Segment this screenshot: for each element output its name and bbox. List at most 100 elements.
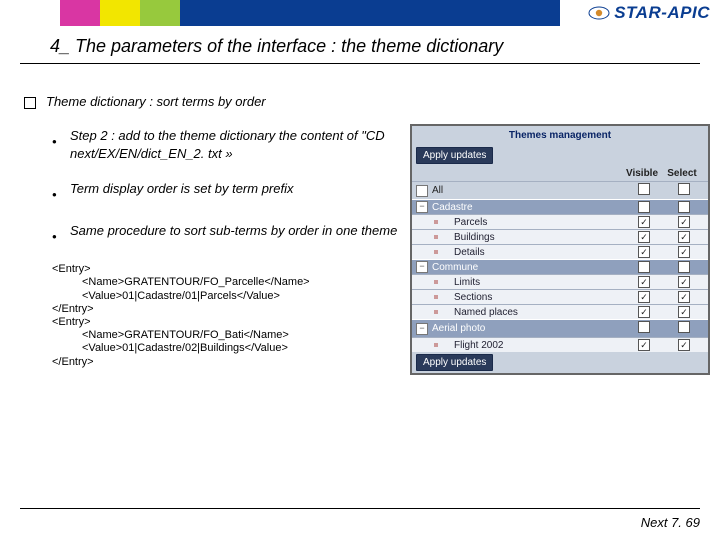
select-cell: ✓ [664,306,704,318]
select-checkbox[interactable]: ✓ [678,201,690,213]
row-label: Aerial photo [432,323,624,334]
select-checkbox[interactable] [678,321,690,333]
theme-child-row: Parcels ✓ ✓ [412,214,708,229]
main-bullet-text: Theme dictionary : sort terms by order [46,94,266,109]
row-label: Commune [432,262,624,273]
visible-cell: ✓ [624,306,664,318]
row-label: Parcels [444,217,624,228]
row-label: Buildings [444,232,624,243]
panel-header: Themes management [412,126,708,145]
col-select: Select [662,168,702,179]
visible-cell: ✓ [624,339,664,351]
row-label: Limits [444,277,624,288]
row-label: Sections [444,292,624,303]
visible-checkbox[interactable]: ✓ [638,246,650,258]
select-checkbox[interactable]: ✓ [678,291,690,303]
row-label: Details [444,247,624,258]
theme-group-row[interactable]: −Commune ✓ ✓ [412,259,708,274]
select-cell: ✓ [664,339,704,351]
select-cell: ✓ [664,291,704,303]
visible-checkbox[interactable] [638,183,650,195]
theme-child-row: Flight 2002 ✓ ✓ [412,337,708,352]
step-bullet: • Term display order is set by term prefi… [52,180,400,204]
xml-code-block: <Entry><Name>GRATENTOUR/FO_Parcelle</Nam… [52,263,400,369]
select-checkbox[interactable]: ✓ [678,246,690,258]
column-headers: Visible Select [412,166,708,181]
theme-group-row[interactable]: −Aerial photo [412,319,708,337]
col-visible: Visible [622,168,662,179]
select-checkbox[interactable]: ✓ [678,216,690,228]
top-color-bar: STAR-APIC [0,0,720,26]
visible-cell: ✓ [624,216,664,228]
row-label: All [432,185,624,196]
theme-child-row: Named places ✓ ✓ [412,304,708,319]
expander-icon[interactable]: − [416,323,428,335]
theme-child-row: Buildings ✓ ✓ [412,229,708,244]
brand-logo: STAR-APIC [560,3,720,23]
eye-icon [588,5,610,22]
visible-cell: ✓ [624,231,664,243]
apply-updates-button[interactable]: Apply updates [416,147,493,164]
child-bullet-icon [434,295,438,299]
visible-checkbox[interactable]: ✓ [638,339,650,351]
bullet-dot-icon: • [52,186,58,204]
step-text: Term display order is set by term prefix [70,180,293,204]
child-bullet-icon [434,235,438,239]
title-rule [20,63,700,64]
select-cell: ✓ [664,231,704,243]
expander-icon[interactable]: − [416,201,428,213]
visible-checkbox[interactable]: ✓ [638,291,650,303]
row-label: Named places [444,307,624,318]
theme-group-row[interactable]: −Cadastre ✓ ✓ [412,199,708,214]
select-cell: ✓ [664,201,704,213]
step-text: Step 2 : add to the theme dictionary the… [70,127,400,162]
visible-checkbox[interactable]: ✓ [638,231,650,243]
apply-updates-button[interactable]: Apply updates [416,354,493,371]
main-bullet: Theme dictionary : sort terms by order [20,94,400,109]
visible-checkbox[interactable]: ✓ [638,276,650,288]
visible-checkbox[interactable]: ✓ [638,201,650,213]
theme-all-row: All [412,181,708,199]
visible-checkbox[interactable]: ✓ [638,261,650,273]
select-cell: ✓ [664,216,704,228]
expander-icon [416,185,428,197]
select-checkbox[interactable]: ✓ [678,339,690,351]
select-checkbox[interactable]: ✓ [678,306,690,318]
child-bullet-icon [434,310,438,314]
theme-child-row: Sections ✓ ✓ [412,289,708,304]
visible-checkbox[interactable] [638,321,650,333]
select-checkbox[interactable] [678,183,690,195]
expander-icon[interactable]: − [416,261,428,273]
slide-title: 4_ The parameters of the interface : the… [50,36,720,57]
square-bullet-icon [24,97,36,109]
select-cell: ✓ [664,276,704,288]
select-checkbox[interactable]: ✓ [678,276,690,288]
select-checkbox[interactable]: ✓ [678,261,690,273]
visible-cell: ✓ [624,261,664,273]
visible-cell: ✓ [624,276,664,288]
footer-page-indicator: Next 7. 69 [20,508,700,530]
visible-cell: ✓ [624,201,664,213]
visible-cell: ✓ [624,291,664,303]
theme-child-row: Limits ✓ ✓ [412,274,708,289]
row-label: Cadastre [432,202,624,213]
select-checkbox[interactable]: ✓ [678,231,690,243]
step-bullet: • Step 2 : add to the theme dictionary th… [52,127,400,162]
child-bullet-icon [434,280,438,284]
step-text: Same procedure to sort sub-terms by orde… [70,222,397,246]
visible-cell [624,183,664,198]
visible-checkbox[interactable]: ✓ [638,306,650,318]
select-cell [664,183,704,198]
child-bullet-icon [434,343,438,347]
visible-cell: ✓ [624,246,664,258]
bullet-dot-icon: • [52,133,58,162]
visible-checkbox[interactable]: ✓ [638,216,650,228]
themes-management-panel: Themes management Apply updates Visible … [410,124,710,375]
select-cell: ✓ [664,261,704,273]
theme-child-row: Details ✓ ✓ [412,244,708,259]
select-cell: ✓ [664,246,704,258]
row-label: Flight 2002 [444,340,624,351]
brand-text: STAR-APIC [614,3,710,23]
select-cell [664,321,704,336]
bullet-dot-icon: • [52,228,58,246]
